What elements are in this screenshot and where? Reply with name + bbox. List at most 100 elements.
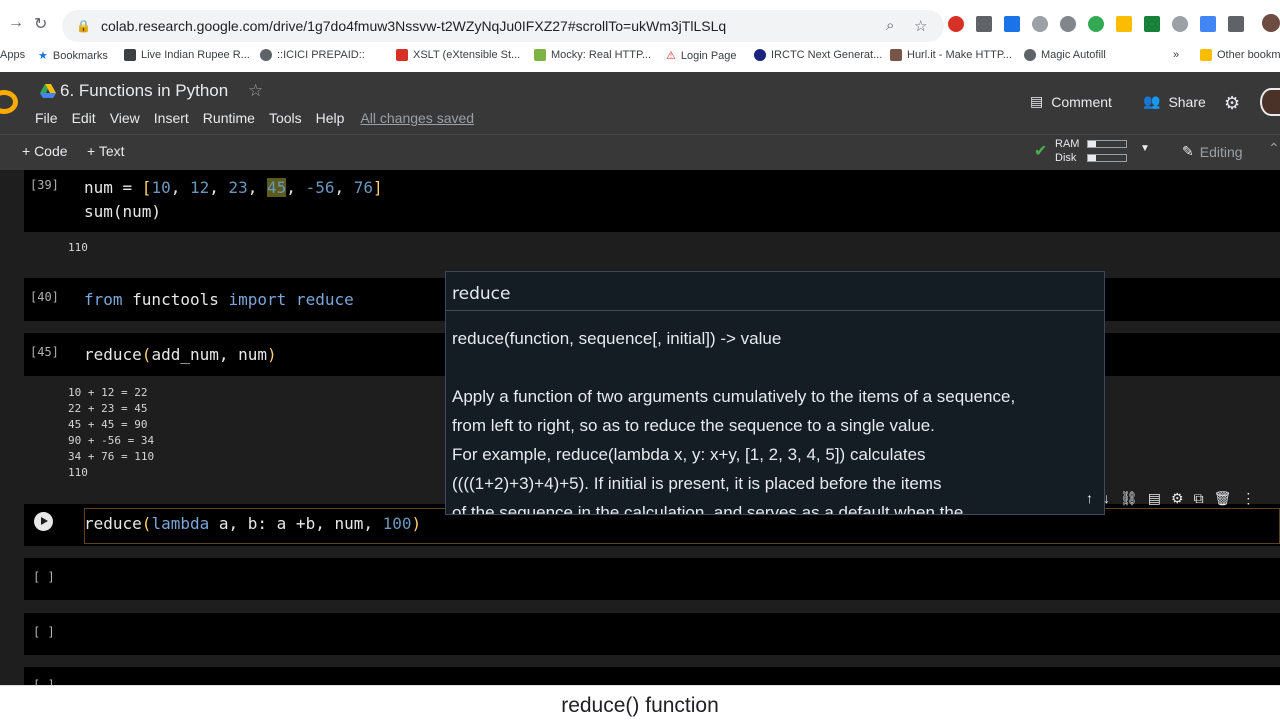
menu-bar: File Edit View Insert Runtime Tools Help… (35, 110, 488, 126)
bookmark-irctc[interactable]: IRCTC Next Generat... (754, 49, 882, 61)
menu-tools[interactable]: Tools (269, 110, 302, 126)
bookmark-xslt[interactable]: XSLT (eXtensible St... (396, 49, 520, 61)
chevron-down-icon[interactable]: ▼ (1140, 143, 1150, 154)
mirror-cell-icon[interactable]: ⧉ (1194, 490, 1204, 507)
extension-icon[interactable] (1088, 16, 1104, 32)
user-avatar[interactable] (1260, 88, 1280, 116)
bookmark-login[interactable]: ⚠ Login Page (666, 49, 737, 63)
comment-icon[interactable]: ▤ (1148, 490, 1161, 507)
extension-icon[interactable] (1116, 16, 1132, 32)
tooltip-line: of the sequence in the calculation, and … (452, 503, 964, 515)
extension-icon[interactable] (976, 16, 992, 32)
extension-icon[interactable] (948, 16, 964, 32)
tooltip-divider (446, 310, 1104, 311)
move-down-icon[interactable]: ↓ (1103, 490, 1110, 507)
tooltip-line: ((((1+2)+3)+4)+5). If initial is present… (452, 474, 942, 493)
bookmark-star-icon[interactable]: ☆ (914, 17, 927, 35)
extensions-puzzle-icon[interactable] (1228, 16, 1244, 32)
share-people-icon: 👥 (1143, 93, 1161, 109)
code-line[interactable]: sum(num) (84, 202, 161, 221)
url-text: colab.research.google.com/drive/1g7do4fm… (100, 18, 727, 34)
extension-icons (948, 16, 1244, 32)
bookmark-mocky[interactable]: Mocky: Real HTTP... (534, 49, 651, 61)
add-text-button[interactable]: + Text (87, 143, 125, 159)
execution-count: [45] (30, 345, 59, 359)
globe-icon (260, 49, 272, 61)
tooltip-line: For example, reduce(lambda x, y: x+y, [1… (452, 445, 926, 464)
bookmark-icici[interactable]: ::ICICI PREPAID:: (260, 49, 365, 61)
run-cell-button[interactable] (34, 512, 53, 531)
menu-help[interactable]: Help (316, 110, 345, 126)
code-line[interactable]: num = [10, 12, 23, 45, -56, 76] (84, 178, 383, 197)
execution-count: [ ] (33, 678, 55, 685)
extension-icon[interactable] (1004, 16, 1020, 32)
extension-icon[interactable] (1144, 16, 1160, 32)
bookmark-hurl[interactable]: Hurl.it - Make HTTP... (890, 49, 1012, 61)
menu-runtime[interactable]: Runtime (203, 110, 255, 126)
move-up-icon[interactable]: ↑ (1086, 490, 1093, 507)
execution-count: [39] (30, 178, 59, 192)
code-line[interactable]: from functools import reduce (84, 290, 354, 309)
empty-code-cell[interactable] (24, 558, 1280, 600)
save-status[interactable]: All changes saved (360, 110, 474, 126)
star-icon[interactable]: ☆ (248, 81, 263, 101)
url-field[interactable]: 🔒 colab.research.google.com/drive/1g7do4… (62, 10, 944, 42)
ram-label: RAM (1055, 138, 1080, 150)
browser-address-bar: → ↻ 🔒 colab.research.google.com/drive/1g… (0, 0, 1280, 44)
menu-edit[interactable]: Edit (72, 110, 96, 126)
disk-label: Disk (1055, 152, 1077, 164)
bookmark-magic-autofill[interactable]: Magic Autofill (1024, 49, 1106, 61)
video-caption: reduce() function (561, 694, 719, 717)
comment-icon: ▤ (1030, 93, 1044, 109)
cell-output: 10 + 12 = 22 22 + 23 = 45 45 + 45 = 90 90 +… (68, 386, 155, 479)
share-button[interactable]: 👥 Share (1143, 93, 1206, 110)
extension-icon[interactable] (1172, 16, 1188, 32)
editing-mode-button[interactable]: ✎ Editing (1182, 143, 1243, 160)
globe-icon (1024, 49, 1036, 61)
connected-check-icon: ✔ (1034, 143, 1048, 160)
zoom-icon[interactable]: ⌕ (886, 17, 894, 34)
drive-icon[interactable] (40, 84, 56, 98)
execution-count: [ ] (33, 625, 55, 639)
empty-code-cell[interactable] (24, 613, 1280, 655)
extension-icon[interactable] (1200, 16, 1216, 32)
lock-icon: 🔒 (76, 19, 91, 33)
add-code-button[interactable]: + Code (22, 143, 68, 159)
settings-gear-icon[interactable]: ⚙ (1224, 93, 1240, 114)
bookmark-bookmarks[interactable]: ★ Bookmarks (38, 49, 108, 63)
cell-output: 110 (68, 241, 88, 254)
star-icon: ★ (38, 50, 48, 62)
bookmarks-overflow[interactable]: » (1173, 49, 1179, 61)
folder-icon (1200, 49, 1212, 61)
site-icon (396, 49, 408, 61)
extension-icon[interactable] (1032, 16, 1048, 32)
site-icon (124, 49, 136, 61)
settings-gear-icon[interactable]: ⚙ (1171, 490, 1184, 507)
bookmark-other[interactable]: Other bookm (1200, 49, 1280, 61)
comment-button[interactable]: ▤ Comment (1030, 93, 1112, 110)
reload-icon[interactable]: ↻ (34, 14, 47, 34)
tooltip-title: reduce (452, 284, 511, 304)
site-icon (890, 49, 902, 61)
bookmark-apps[interactable]: Apps (0, 49, 25, 61)
pencil-icon: ✎ (1182, 143, 1194, 159)
menu-insert[interactable]: Insert (154, 110, 189, 126)
extension-icon[interactable] (1060, 16, 1076, 32)
delete-icon[interactable]: 🗑 (1214, 490, 1232, 507)
ram-bar (1087, 140, 1127, 148)
tooltip-body: reduce(function, sequence[, initial]) ->… (452, 324, 1100, 515)
link-icon[interactable]: ⛓ (1120, 490, 1138, 507)
menu-view[interactable]: View (110, 110, 140, 126)
more-icon[interactable]: ⋮ (1241, 490, 1255, 507)
empty-code-cell[interactable] (24, 667, 1280, 685)
resource-monitor[interactable]: RAM Disk (1055, 137, 1079, 165)
menu-file[interactable]: File (35, 110, 58, 126)
cell-toolbar: ↑ ↓ ⛓ ▤ ⚙ ⧉ 🗑 ⋮ (1086, 490, 1255, 507)
collapse-header-icon[interactable]: ⌃ (1268, 140, 1280, 157)
code-line[interactable]: reduce(add_num, num) (84, 345, 277, 364)
notebook-title[interactable]: 6. Functions in Python (60, 81, 228, 101)
disk-bar (1087, 154, 1127, 162)
forward-icon[interactable]: → (8, 14, 24, 32)
profile-avatar[interactable] (1262, 14, 1280, 32)
bookmark-rupee[interactable]: Live Indian Rupee R... (124, 49, 250, 61)
